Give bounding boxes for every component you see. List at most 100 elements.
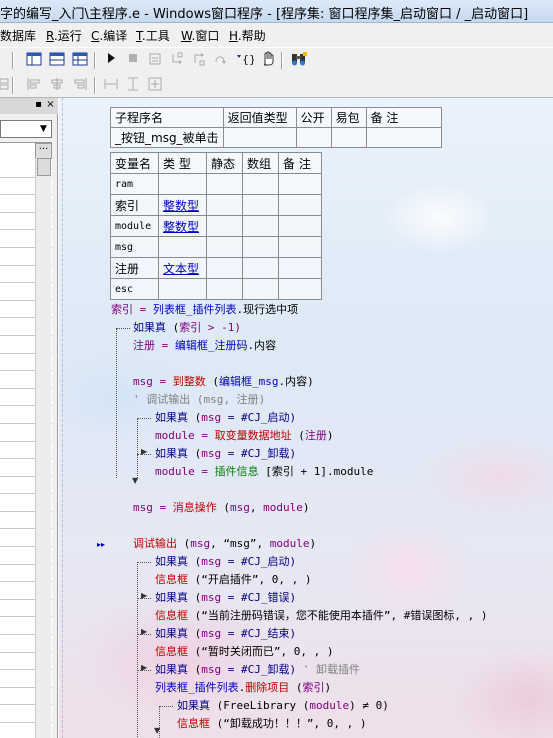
var-name[interactable]: esc	[110, 278, 159, 300]
fold-branch-icon: ▶	[141, 591, 148, 600]
menu-help[interactable]: H.帮助	[229, 27, 266, 44]
code-line[interactable]: 如果真 (msg = #CJ_启动)	[155, 555, 296, 569]
code-line-comment[interactable]: ' 调试输出 (msg, 注册)	[133, 393, 265, 407]
panel-combo[interactable]: ▼	[0, 120, 52, 138]
pin-icon[interactable]: ▪	[33, 99, 44, 110]
code-line[interactable]: 信息框 (“卸载成功！！！”, 0, , )	[177, 717, 366, 731]
code-line[interactable]: msg = 到整数 (编辑框_msg.内容)	[133, 375, 314, 389]
size-icon[interactable]	[145, 76, 165, 95]
fold-branch-icon: ▶	[141, 663, 148, 672]
breakpoint-marker[interactable]: ▸▸	[97, 540, 105, 549]
code-line[interactable]: 信息框 (“当前注册码错误，您不能使用本插件”, #错误图标, , )	[155, 609, 487, 623]
var-name[interactable]: 索引	[110, 194, 159, 216]
close-icon[interactable]: ×	[45, 99, 56, 110]
code-line[interactable]: 如果真 (msg = #CJ_卸载) ' 卸载插件	[155, 663, 360, 677]
height-icon[interactable]	[123, 76, 143, 95]
code-editor[interactable]: 子程序名 返回值类型 公开 易包 备 注 _按钮_msg_被单击 变量名 类 型…	[59, 98, 553, 738]
var-type[interactable]: 文本型	[158, 257, 207, 279]
fold-guide	[116, 328, 130, 329]
menu-bar: 数据库 R.运行 C.编译 T.工具 W.窗口 H.帮助	[0, 23, 553, 47]
menu-database[interactable]: 数据库	[0, 27, 36, 44]
code-line[interactable]: msg = 消息操作 (msg, module)	[133, 501, 310, 515]
more-button[interactable]: ···	[35, 143, 52, 159]
code-line[interactable]: 信息框 (“开启插件”, 0, , )	[155, 573, 311, 587]
code-line-current[interactable]: 调试输出 (msg, “msg”, module)	[133, 537, 316, 551]
header-cell: 备 注	[365, 107, 442, 128]
align-right-icon[interactable]	[70, 76, 90, 95]
window-title: 字的编写_入门\主程序.e - Windows窗口程序 - [程序集: 窗口程序…	[0, 7, 529, 22]
header-cell: 类 型	[158, 152, 207, 174]
hand-icon[interactable]	[258, 51, 278, 70]
step-out-icon[interactable]	[189, 51, 209, 70]
table-icon[interactable]	[24, 51, 44, 70]
menu-tools[interactable]: T.工具	[136, 27, 170, 44]
var-type[interactable]: 整数型	[158, 194, 207, 216]
step-icon[interactable]	[145, 51, 165, 70]
code-line[interactable]: 如果真 (FreeLibrary (module) ≠ 0)	[177, 699, 389, 713]
menu-run[interactable]: R.运行	[46, 27, 82, 44]
menu-window[interactable]: W.窗口	[181, 27, 219, 44]
toolbar-layout	[0, 73, 553, 98]
step-into-icon[interactable]	[167, 51, 187, 70]
menu-compile[interactable]: C.编译	[91, 27, 127, 44]
grid-icon[interactable]	[70, 51, 90, 70]
toolbar-separator	[94, 52, 96, 69]
subroutine-name[interactable]: _按钮_msg_被单击	[110, 127, 224, 148]
fold-branch-icon: ▶	[141, 447, 148, 456]
header-cell: 静态	[206, 152, 243, 174]
code-line[interactable]: module = 插件信息 [索引 + 1].module	[155, 465, 373, 479]
var-type[interactable]	[158, 278, 207, 300]
code-line[interactable]: 信息框 (“暂时关闭而已”, 0, , )	[155, 645, 333, 659]
variable-table[interactable]: 变量名 类 型 静态 数组 备 注 ram 索引 整数型 module 整数型 ms…	[110, 152, 322, 300]
var-name[interactable]: 注册	[110, 257, 159, 279]
header-cell: 数组	[242, 152, 279, 174]
layout-icon[interactable]	[47, 51, 67, 70]
code-line[interactable]: 如果真 (msg = #CJ_卸载)	[155, 447, 296, 461]
svg-text:{}: {}	[242, 53, 254, 66]
code-line[interactable]: 如果真 (msg = #CJ_结束)	[155, 627, 296, 641]
var-name[interactable]: msg	[110, 236, 159, 258]
panel-scrollbar[interactable]	[35, 158, 51, 738]
fold-end-icon: ▼	[132, 476, 139, 485]
var-type[interactable]	[158, 173, 207, 195]
var-type[interactable]: 整数型	[158, 215, 207, 237]
binoculars-icon[interactable]	[289, 51, 309, 70]
fold-guide	[137, 562, 138, 737]
var-name[interactable]: ram	[110, 173, 159, 195]
header-cell: 公开	[295, 107, 332, 128]
toolbar-separator	[94, 77, 96, 94]
subroutine-table[interactable]: 子程序名 返回值类型 公开 易包 备 注 _按钮_msg_被单击	[110, 107, 442, 148]
code-line[interactable]: 如果真 (msg = #CJ_错误)	[155, 591, 296, 605]
braces-icon[interactable]: {}	[235, 51, 256, 70]
step-over-icon[interactable]	[211, 51, 231, 70]
left-panel: ▪ × ▼ ···	[0, 98, 58, 738]
stop-icon[interactable]	[123, 51, 143, 70]
code-line[interactable]: 列表框_插件列表.删除项目 (索引)	[155, 681, 331, 695]
var-name[interactable]: module	[110, 215, 159, 237]
align-left-icon[interactable]	[24, 76, 44, 95]
align-center-icon[interactable]	[47, 76, 67, 95]
var-type[interactable]	[158, 236, 207, 258]
fold-guide	[159, 706, 173, 707]
code-line[interactable]: 注册 = 编辑框_注册码.内容	[133, 339, 276, 353]
header-cell: 备 注	[278, 152, 322, 174]
code-line[interactable]: 索引 = 列表框_插件列表.现行选中项	[111, 303, 298, 317]
gutter-divider	[62, 98, 63, 738]
toolbar-main: {}	[0, 47, 553, 73]
code-line[interactable]: module = 取变量数据地址 (注册)	[155, 429, 334, 443]
width-icon[interactable]	[101, 76, 121, 95]
code-line[interactable]: 如果真 (索引 > -1)	[133, 321, 241, 335]
code-line[interactable]: 如果真 (msg = #CJ_启动)	[155, 411, 296, 425]
header-cell: 易包	[330, 107, 367, 128]
scroll-thumb[interactable]	[37, 158, 51, 176]
header-cell: 变量名	[110, 152, 159, 174]
chevron-down-icon[interactable]: ▼	[37, 122, 50, 136]
panel-header: ▪ ×	[0, 98, 58, 114]
toolbar-separator	[281, 52, 283, 69]
fold-guide	[137, 418, 138, 478]
header-cell: 返回值类型	[222, 107, 297, 128]
run-icon[interactable]	[101, 51, 121, 70]
header-cell: 子程序名	[110, 107, 224, 128]
fold-guide	[137, 562, 151, 563]
toolbar-separator	[12, 77, 14, 94]
